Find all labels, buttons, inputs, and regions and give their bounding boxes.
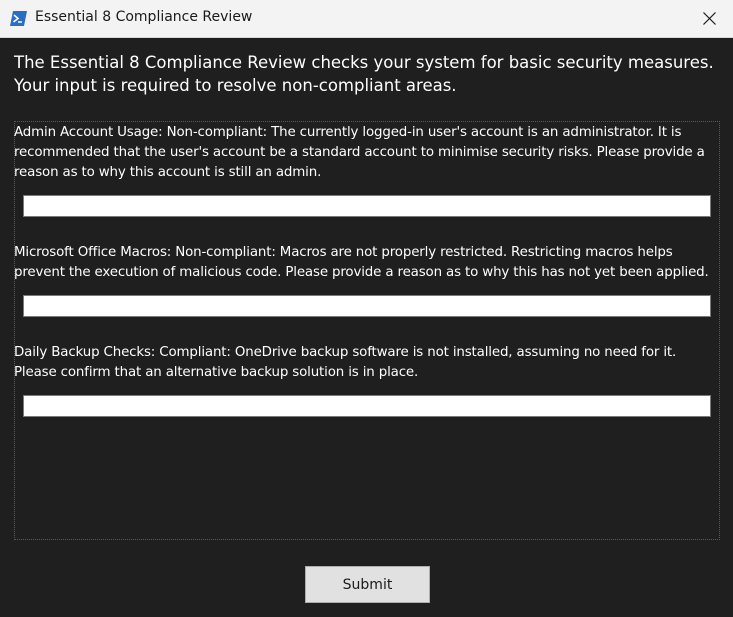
submit-button[interactable]: Submit — [305, 566, 430, 603]
questions-panel — [14, 121, 720, 540]
daily-backup-confirm-input[interactable] — [23, 395, 711, 417]
close-button[interactable] — [687, 0, 733, 37]
office-macros-reason-input[interactable] — [23, 295, 711, 317]
window-title: Essential 8 Compliance Review — [35, 9, 253, 25]
question-label-office-macros: Microsoft Office Macros: Non-compliant: … — [14, 245, 709, 280]
intro-text: The Essential 8 Compliance Review checks… — [14, 53, 714, 95]
compliance-review-window: Essential 8 Compliance Review The Essent… — [0, 0, 733, 617]
admin-account-reason-input[interactable] — [23, 195, 711, 217]
question-label-daily-backup: Daily Backup Checks: Compliant: OneDrive… — [14, 345, 677, 380]
title-bar[interactable]: Essential 8 Compliance Review — [0, 0, 733, 38]
question-label-admin-account: Admin Account Usage: Non-compliant: The … — [14, 125, 705, 180]
close-icon — [703, 12, 716, 25]
powershell-icon — [10, 11, 27, 26]
